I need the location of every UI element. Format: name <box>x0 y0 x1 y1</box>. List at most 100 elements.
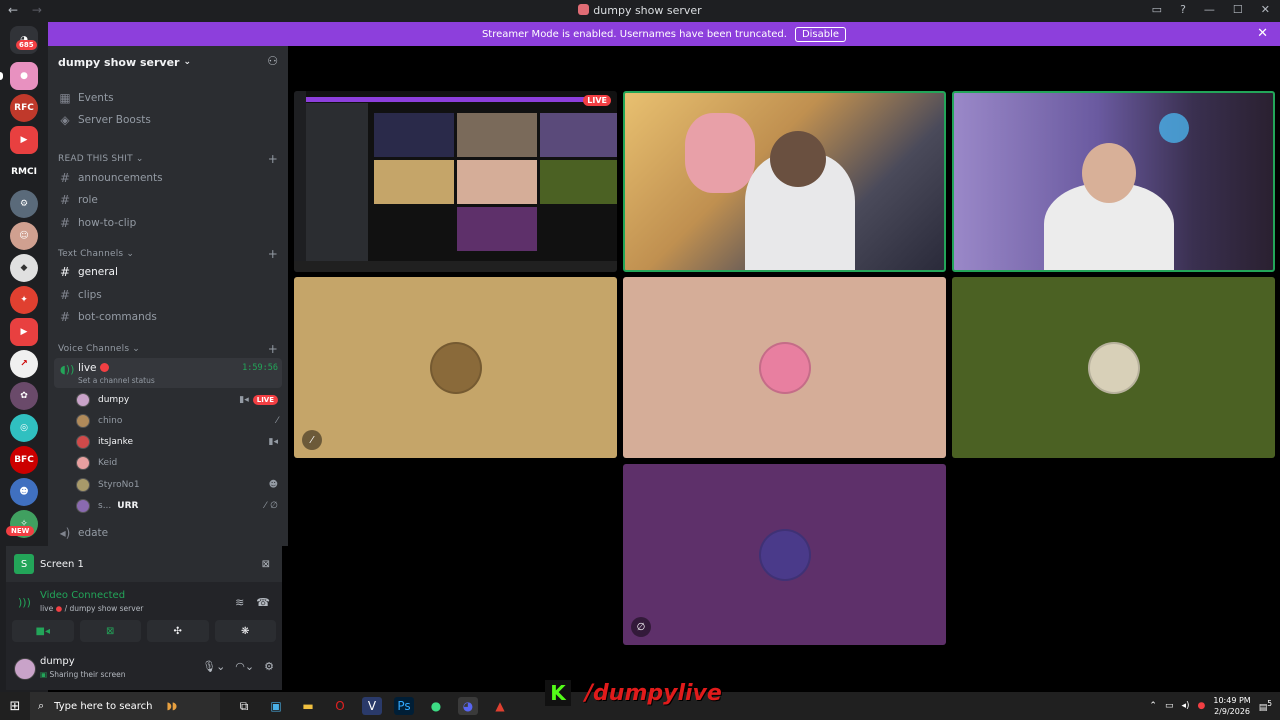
webcam-tile[interactable] <box>623 91 946 272</box>
discord-icon[interactable]: ◕ <box>458 697 478 715</box>
server-icon[interactable]: RFC <box>10 94 38 122</box>
server-icon[interactable]: ▶ <box>10 126 38 154</box>
gear-icon[interactable]: ⚙ <box>264 660 274 673</box>
hash-icon: # <box>59 216 71 230</box>
camera-button[interactable]: ■◂ <box>12 620 74 642</box>
disable-button[interactable]: Disable <box>794 26 847 42</box>
server-header[interactable]: dumpy show server ⌄ ⚇ <box>48 46 288 78</box>
record-icon[interactable]: ● <box>1198 701 1206 711</box>
avatar[interactable] <box>14 658 36 680</box>
server-icon[interactable]: ☺ <box>10 222 38 250</box>
plus-icon[interactable]: + <box>268 342 278 356</box>
voice-actions: ■◂ ⊠ ✣ ❋ <box>12 620 276 642</box>
server-icon <box>578 4 590 15</box>
screen-icon: S <box>14 554 34 574</box>
server-label-rmci[interactable]: RMCI <box>10 158 38 186</box>
signal-icon[interactable]: ))) <box>18 596 31 609</box>
voice-user[interactable]: dumpy ▮◂ LIVE <box>76 390 282 410</box>
network-icon[interactable]: ▭ <box>1165 701 1174 711</box>
webcam-tile[interactable] <box>952 91 1275 272</box>
clock[interactable]: 10:49 PM 2/9/2026 <box>1213 695 1250 717</box>
server-icon[interactable]: ◎ <box>10 414 38 442</box>
share-preview-guilds <box>294 91 306 272</box>
connection-channel[interactable]: live ● / dumpy show server <box>40 604 143 613</box>
voice-user[interactable]: s... URR ⁄ ∅ <box>76 496 282 516</box>
server-icon[interactable]: BFC <box>10 446 38 474</box>
channel-role[interactable]: # role <box>56 190 282 210</box>
participant-tile[interactable] <box>952 277 1275 458</box>
plus-icon[interactable]: + <box>268 152 278 166</box>
chevron-up-icon[interactable]: ⌃ <box>1149 701 1157 711</box>
search-box[interactable]: ⌕ Type here to search ◗◗ <box>30 692 220 720</box>
user-area[interactable]: dumpy ▣ Sharing their screen 🎙︎⌄ ◠⌄ ⚙ <box>12 652 278 686</box>
photoshop-icon[interactable]: Ps <box>394 697 414 715</box>
category-voice[interactable]: Voice Channels ⌄ + <box>58 342 278 356</box>
share-preview-taskbar <box>294 261 617 272</box>
avatar <box>76 478 90 492</box>
channel-status[interactable]: Set a channel status <box>78 376 155 385</box>
mic-muted-icon: ⁄ <box>302 430 322 450</box>
voice-user[interactable]: StyroNo1 ☻ <box>76 475 282 495</box>
voice-user[interactable]: itsJanke ▮◂ <box>76 432 282 452</box>
stop-stream-icon[interactable]: ⊠ <box>262 559 270 570</box>
close-button[interactable]: ✕ <box>1261 3 1270 16</box>
activities-button[interactable]: ✣ <box>147 620 209 642</box>
events-item[interactable]: ▦ Events <box>56 88 282 108</box>
server-icon[interactable]: ✦ <box>10 286 38 314</box>
channel-announcements[interactable]: # announcements <box>56 168 282 188</box>
headphones-icon[interactable]: ◠⌄ <box>235 660 254 673</box>
opera-icon[interactable]: O <box>330 697 350 715</box>
vegas-icon[interactable]: V <box>362 697 382 715</box>
task-view-icon[interactable]: ⧉ <box>234 697 254 715</box>
server-icon[interactable]: ⚙ <box>10 190 38 218</box>
hash-icon: # <box>59 193 71 207</box>
voice-channel-live[interactable]: ◖)) live Set a channel status 1:59:56 <box>54 358 282 388</box>
participant-tile[interactable] <box>623 277 946 458</box>
server-icon[interactable]: ↗ <box>10 350 38 378</box>
soundboard-button[interactable]: ❋ <box>214 620 276 642</box>
server-icon[interactable]: ✿ <box>10 382 38 410</box>
channel-general[interactable]: # general <box>56 262 282 282</box>
minimize-button[interactable]: — <box>1204 3 1215 16</box>
stream-watermark: K /dumpylive <box>545 680 722 706</box>
screen-share-button[interactable]: ⊠ <box>79 620 141 642</box>
voice-channel-edate[interactable]: ◂) edate <box>56 523 282 543</box>
avatar <box>76 435 90 449</box>
category-read[interactable]: READ THIS SHIT ⌄ + <box>58 152 278 166</box>
server-icon[interactable]: ◆ <box>10 254 38 282</box>
inbox-icon[interactable]: ▭ <box>1152 3 1162 16</box>
hash-icon: # <box>59 310 71 324</box>
file-explorer-icon[interactable]: ▬ <box>298 697 318 715</box>
title-bar: ← → dumpy show server ▭ ? — ☐ ✕ <box>0 0 1280 22</box>
channel-how-to-clip[interactable]: # how-to-clip <box>56 213 282 233</box>
channel-clips[interactable]: # clips <box>56 285 282 305</box>
noise-suppression-icon[interactable]: ≋ <box>235 596 244 609</box>
connection-status[interactable]: Video Connected <box>40 590 125 601</box>
widgets-icon[interactable]: ▣ <box>266 697 286 715</box>
invite-icon[interactable]: ⚇ <box>267 54 278 68</box>
mic-icon[interactable]: 🎙︎⌄ <box>202 660 225 673</box>
windows-start-icon[interactable]: ⊞ <box>0 699 30 714</box>
server-icon[interactable]: ● <box>10 62 38 90</box>
window-controls: ▭ ? — ☐ ✕ <box>1152 3 1270 16</box>
voice-user[interactable]: chino ⁄ <box>76 411 282 431</box>
server-icon[interactable]: ▶ <box>10 318 38 346</box>
screen-share-tile[interactable]: LIVE <box>294 91 617 272</box>
plus-icon[interactable]: + <box>268 247 278 261</box>
participant-tile[interactable]: ⁄ <box>294 277 617 458</box>
android-icon[interactable]: ● <box>426 697 446 715</box>
help-icon[interactable]: ? <box>1180 3 1186 16</box>
maximize-button[interactable]: ☐ <box>1233 3 1243 16</box>
notification-icon[interactable]: ▤5 <box>1259 699 1272 713</box>
channel-bot-commands[interactable]: # bot-commands <box>56 307 282 327</box>
voice-user[interactable]: Keid <box>76 453 282 473</box>
disconnect-icon[interactable]: ☎ <box>256 596 270 609</box>
participant-tile[interactable]: ∅ <box>623 464 946 645</box>
neon-light <box>1159 113 1189 143</box>
category-text[interactable]: Text Channels ⌄ + <box>58 247 278 261</box>
close-icon[interactable]: ✕ <box>1257 26 1268 41</box>
volume-icon[interactable]: ◂) <box>1181 701 1189 711</box>
server-icon[interactable]: ☻ <box>10 478 38 506</box>
server-boosts-item[interactable]: ◈ Server Boosts <box>56 110 282 130</box>
app-icon[interactable]: ▲ <box>490 697 510 715</box>
